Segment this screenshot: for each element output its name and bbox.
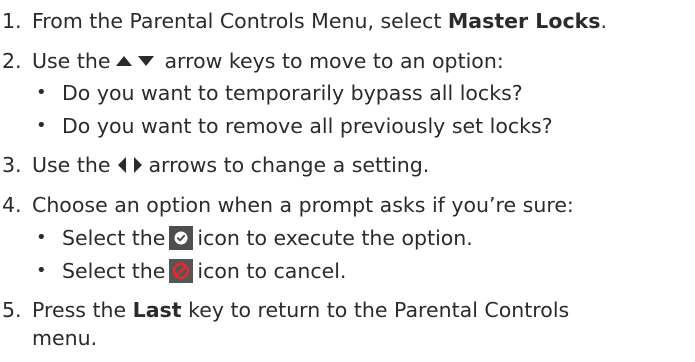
step-number: 4. xyxy=(2,193,22,217)
arrow-down-icon xyxy=(138,56,155,66)
step-text: Choose an option when a prompt asks if y… xyxy=(32,193,574,217)
step-text: From the Parental Controls Menu, select … xyxy=(32,8,607,34)
step-number: 2. xyxy=(2,49,22,73)
step-text-post: key to return to the Parental Controls xyxy=(181,298,570,322)
step-number: 3. xyxy=(2,153,22,177)
step-text-bold: Last xyxy=(132,298,182,322)
bullet-text-pre: Select the xyxy=(62,259,166,283)
step-text-post: . xyxy=(600,9,607,33)
bullet-text: Select the icon to cancel. xyxy=(62,258,346,284)
step-text-pre: From the Parental Controls Menu, select xyxy=(32,9,448,33)
bullet-text-pre: Select the xyxy=(62,226,166,250)
step-number: 5. xyxy=(2,298,22,322)
checkmark-icon xyxy=(169,226,194,250)
arrow-up-icon xyxy=(116,55,133,66)
bullet-text-post: icon to execute the option. xyxy=(197,226,473,250)
bullet-text: Do you want to remove all previously set… xyxy=(62,114,553,138)
step-text-post: arrows to change a setting. xyxy=(148,153,430,177)
step-text-pre: Use the xyxy=(32,153,111,177)
step-number: 1. xyxy=(2,9,22,33)
step-text-pre: Use the xyxy=(32,49,111,73)
step-text-continuation: menu. xyxy=(32,326,98,350)
step-text: Press the Last key to return to the Pare… xyxy=(32,297,569,323)
bullet-text: Select the icon to execute the option. xyxy=(62,225,473,251)
bullet-icon: • xyxy=(36,260,47,281)
step-text: Use the arrow keys to move to an option: xyxy=(32,48,504,74)
arrow-right-icon xyxy=(134,157,143,173)
bullet-icon: • xyxy=(36,82,47,103)
bullet-text-post: icon to cancel. xyxy=(197,259,347,283)
instructions-document: 1. From the Parental Controls Menu, sele… xyxy=(0,0,695,362)
arrow-left-icon xyxy=(118,157,127,173)
bullet-text: Do you want to temporarily bypass all lo… xyxy=(62,81,523,105)
step-text-post: arrow keys to move to an option: xyxy=(164,49,504,73)
bullet-icon: • xyxy=(36,115,47,136)
step-text-pre: Press the xyxy=(32,298,133,322)
cancel-icon xyxy=(169,259,194,283)
bullet-icon: • xyxy=(36,227,47,248)
step-text-bold: Master Locks xyxy=(447,9,601,33)
step-text: Use the arrows to change a setting. xyxy=(32,152,429,178)
